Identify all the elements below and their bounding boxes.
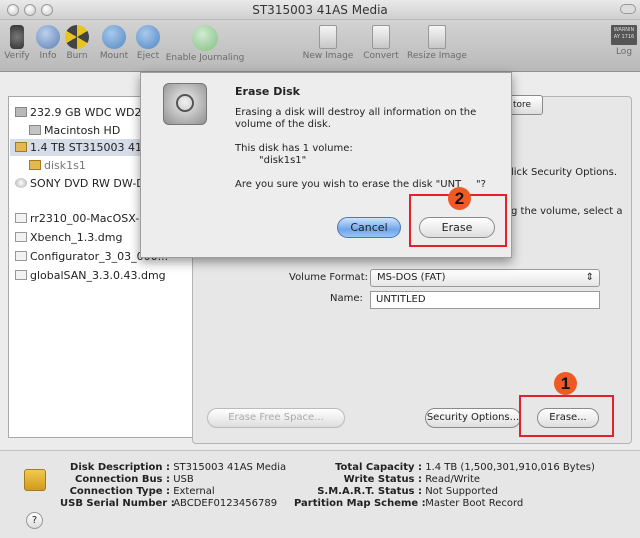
volume-icon — [29, 125, 41, 135]
connection-type-label: Connection Type : — [69, 486, 170, 497]
cancel-button[interactable]: Cancel — [337, 217, 401, 238]
disk-description-value: ST315003 41AS Media — [173, 462, 287, 473]
sidebar-item-disk1s1[interactable]: disk1s1 — [29, 157, 86, 174]
disk-image-icon — [15, 270, 27, 280]
sheet-confirm-question-end: "? — [476, 179, 486, 190]
toolbar-toggle-button[interactable] — [620, 4, 636, 14]
sheet-message-line2: volume of the disk. — [235, 119, 331, 130]
burn-button[interactable]: Burn — [62, 23, 92, 61]
name-field[interactable]: UNTITLED — [370, 291, 600, 309]
usb-serial-value: ABCDEF0123456789 — [173, 498, 278, 509]
sidebar-item-rr2310[interactable]: rr2310_00-MacOSX-u — [15, 210, 146, 227]
disk-image-icon — [15, 251, 27, 261]
connection-bus-value: USB — [173, 474, 194, 485]
disk-utility-window: ST315003 41AS Media Verify Info Burn Mou… — [0, 0, 640, 538]
toolbar: Verify Info Burn Mount Eject Enable Jour… — [0, 20, 640, 72]
select-arrows-icon: ⇕ — [585, 272, 594, 283]
usb-disk-icon — [24, 469, 46, 491]
smart-status-label: S.M.A.R.T. Status : — [317, 486, 422, 497]
disk-description-label: Disk Description : — [70, 462, 170, 473]
resize-image-button[interactable]: Resize Image — [405, 23, 469, 61]
partition-icon — [29, 160, 41, 170]
step-badge-2: 2 — [448, 187, 471, 210]
smart-status-value: Not Supported — [425, 486, 498, 497]
external-disk-icon — [15, 142, 27, 152]
connection-bus-label: Connection Bus : — [74, 474, 170, 485]
title-bar: ST315003 41AS Media — [0, 0, 640, 20]
log-button[interactable]: WARNIN AY 1716 Log — [610, 23, 638, 57]
sidebar-item-xbench[interactable]: Xbench_1.3.dmg — [15, 229, 122, 246]
sheet-volume-count: This disk has 1 volume: — [235, 143, 353, 154]
convert-icon — [372, 25, 390, 49]
disk-info-footer: Disk Description : ST315003 41AS Media C… — [0, 450, 640, 538]
usb-serial-label: USB Serial Number : — [60, 498, 175, 509]
eject-button[interactable]: Eject — [133, 23, 163, 61]
sidebar-item-globalsan[interactable]: globalSAN_3.3.0.43.dmg — [15, 267, 166, 284]
security-hint-text: lick Security Options. — [511, 167, 618, 178]
erase-free-space-button[interactable]: Erase Free Space... — [207, 408, 345, 428]
step-badge-1: 1 — [554, 372, 577, 395]
verify-button[interactable]: Verify — [2, 23, 32, 61]
journaling-icon — [192, 25, 218, 51]
write-status-value: Read/Write — [425, 474, 481, 485]
resize-image-icon — [428, 25, 446, 49]
total-capacity-value: 1.4 TB (1,500,301,910,016 Bytes) — [425, 462, 595, 473]
new-image-button[interactable]: New Image — [300, 23, 356, 61]
security-options-button[interactable]: Security Options... — [425, 408, 521, 428]
sheet-confirm-question: Are you sure you wish to erase the disk … — [235, 179, 462, 190]
eject-icon — [136, 25, 160, 49]
burn-icon — [65, 25, 89, 49]
sheet-message-line1: Erasing a disk will destroy all informat… — [235, 107, 477, 118]
window-title: ST315003 41AS Media — [252, 3, 388, 17]
sheet-volume-name: "disk1s1" — [259, 155, 307, 166]
mount-icon — [102, 25, 126, 49]
sidebar-item-wdc-disk[interactable]: 232.9 GB WDC WD250 — [15, 104, 155, 121]
new-image-icon — [319, 25, 337, 49]
help-button[interactable]: ? — [26, 512, 43, 529]
microscope-icon — [10, 25, 24, 49]
disk-image-icon — [15, 213, 27, 223]
total-capacity-label: Total Capacity : — [335, 462, 422, 473]
disk-image-icon — [15, 232, 27, 242]
partition-map-value: Master Boot Record — [425, 498, 524, 509]
sidebar-item-sony-dvd[interactable]: SONY DVD RW DW-D1 — [15, 175, 152, 192]
sheet-title: Erase Disk — [235, 85, 300, 98]
log-icon: WARNIN AY 1716 — [611, 25, 637, 45]
volume-hint-text: g the volume, select a — [511, 206, 623, 217]
enable-journaling-button[interactable]: Enable Journaling — [165, 23, 245, 63]
partition-map-label: Partition Map Scheme : — [294, 498, 426, 509]
optical-drive-icon — [15, 178, 27, 188]
mount-button[interactable]: Mount — [96, 23, 132, 61]
hard-disk-icon — [15, 107, 27, 117]
info-icon — [36, 25, 60, 49]
volume-format-label: Volume Format: — [289, 272, 368, 283]
highlight-box-1 — [519, 395, 614, 437]
sidebar-item-macintosh-hd[interactable]: Macintosh HD — [29, 122, 120, 139]
connection-type-value: External — [173, 486, 215, 497]
write-status-label: Write Status : — [343, 474, 422, 485]
volume-format-select[interactable]: MS-DOS (FAT) ⇕ — [370, 269, 600, 287]
name-label: Name: — [330, 293, 363, 304]
convert-button[interactable]: Convert — [358, 23, 404, 61]
info-button[interactable]: Info — [33, 23, 63, 61]
disk-utility-icon — [163, 83, 207, 125]
stethoscope-icon — [176, 94, 194, 112]
